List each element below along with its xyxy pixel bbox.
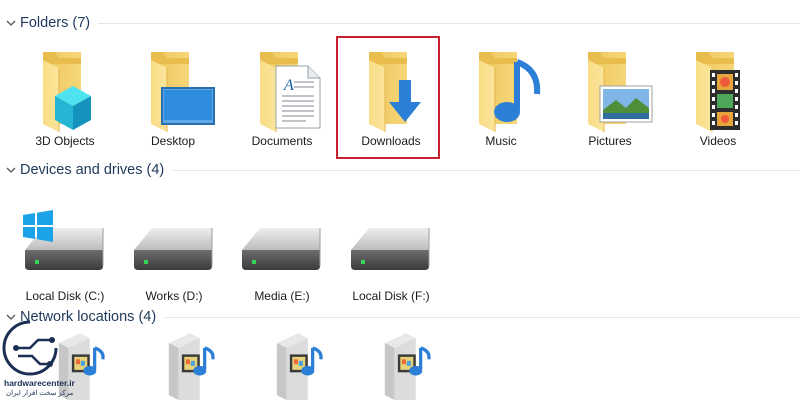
watermark-tagline: مرکز سخت افزار ایران bbox=[6, 390, 74, 397]
svg-text:A: A bbox=[283, 77, 294, 94]
media-server-icon bbox=[150, 330, 230, 400]
folder-label: Music bbox=[485, 134, 517, 148]
hard-drive-icon bbox=[133, 227, 213, 271]
3d-objects-folder-icon bbox=[15, 46, 91, 132]
section-title: Folders (7) bbox=[20, 15, 91, 31]
folder-item-videos[interactable]: Videos bbox=[668, 46, 768, 148]
media-server-icon bbox=[366, 330, 446, 400]
folder-item-documents[interactable]: A Documents bbox=[232, 46, 332, 148]
folder-item-pictures[interactable]: Pictures bbox=[560, 46, 660, 148]
desktop-folder-icon bbox=[123, 46, 215, 132]
videos-folder-icon bbox=[668, 46, 740, 132]
network-section-header[interactable]: Network locations (4) bbox=[0, 307, 800, 327]
music-folder-icon bbox=[451, 46, 541, 132]
section-divider bbox=[172, 169, 800, 171]
system-drive-icon bbox=[23, 210, 104, 271]
drive-label: Media (E:) bbox=[254, 289, 310, 303]
drive-item-d[interactable]: Works (D:) bbox=[124, 210, 224, 303]
chevron-down-icon[interactable] bbox=[4, 16, 18, 30]
folder-label: 3D Objects bbox=[35, 134, 95, 148]
drive-label: Local Disk (C:) bbox=[25, 289, 105, 303]
documents-folder-icon: A bbox=[232, 46, 321, 132]
watermark-brand: hardwarecenter.ir bbox=[4, 378, 75, 388]
folder-label: Videos bbox=[699, 134, 737, 148]
folders-section-header[interactable]: Folders (7) bbox=[0, 13, 800, 33]
section-divider bbox=[98, 22, 800, 24]
watermark-logo: hardwarecenter.ir مرکز سخت افزار ایران bbox=[0, 318, 80, 400]
downloads-folder-icon bbox=[341, 46, 421, 132]
devices-section-header[interactable]: Devices and drives (4) bbox=[0, 160, 800, 180]
network-location-item[interactable] bbox=[140, 330, 240, 405]
media-server-icon bbox=[258, 330, 338, 400]
network-location-item[interactable] bbox=[356, 330, 456, 405]
hard-drive-icon bbox=[241, 227, 321, 271]
folder-item-downloads[interactable]: Downloads bbox=[341, 46, 441, 148]
section-divider bbox=[164, 316, 800, 318]
drive-item-c[interactable]: Local Disk (C:) bbox=[15, 210, 115, 303]
folder-item-desktop[interactable]: Desktop bbox=[123, 46, 223, 148]
folder-label: Pictures bbox=[588, 134, 632, 148]
network-location-item[interactable] bbox=[248, 330, 348, 405]
pictures-folder-icon bbox=[560, 46, 653, 132]
section-title: Devices and drives (4) bbox=[20, 162, 165, 178]
hard-drive-icon bbox=[350, 227, 430, 271]
folder-item-music[interactable]: Music bbox=[451, 46, 551, 148]
drive-item-e[interactable]: Media (E:) bbox=[232, 210, 332, 303]
folder-label: Desktop bbox=[150, 134, 196, 148]
chevron-down-icon[interactable] bbox=[4, 163, 18, 177]
drive-label: Local Disk (F:) bbox=[352, 289, 430, 303]
circuit-logo-icon bbox=[2, 320, 58, 376]
drive-item-f[interactable]: Local Disk (F:) bbox=[341, 210, 441, 303]
folder-label: Documents bbox=[251, 134, 313, 148]
drive-label: Works (D:) bbox=[145, 289, 203, 303]
folder-label: Downloads bbox=[361, 134, 421, 148]
folder-item-3d-objects[interactable]: 3D Objects bbox=[15, 46, 115, 148]
